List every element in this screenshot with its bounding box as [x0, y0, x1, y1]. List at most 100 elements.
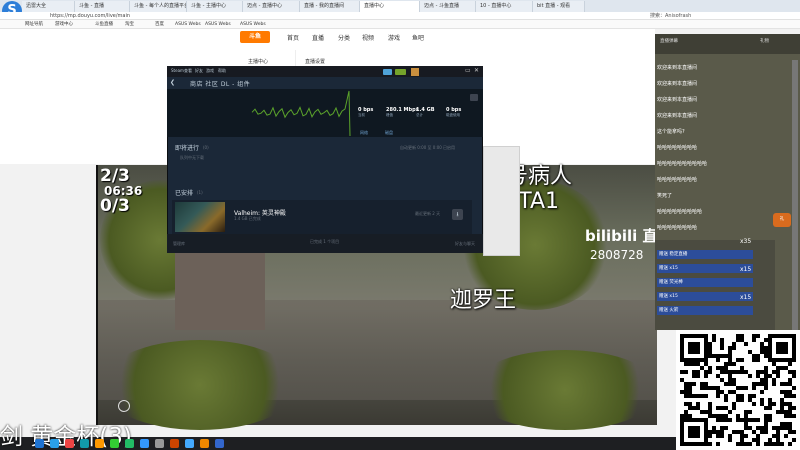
manage-library-button[interactable]: 管理库 [173, 241, 185, 247]
steam-menu-item[interactable]: 帮助 [218, 68, 226, 74]
taskbar-app-icon[interactable] [215, 439, 224, 448]
chat-message: 欢迎来到本直播间 [657, 112, 775, 119]
download-stat-label: 当前 [358, 113, 365, 117]
taskbar-app-icon[interactable] [140, 439, 149, 448]
gift-count: x15 [740, 294, 752, 301]
site-nav-item[interactable]: 首页 [287, 33, 299, 42]
gift-notice: 赠送 荧光棒 [657, 278, 753, 287]
taskbar-app-icon[interactable] [200, 439, 209, 448]
browser-tab[interactable]: 直播中心 [360, 1, 420, 12]
friends-chat-button[interactable]: 好友与聊天 [455, 241, 475, 247]
browser-tab[interactable]: 迈点 - 直播中心 [243, 1, 300, 12]
site-nav-item[interactable]: 鱼吧 [412, 33, 424, 42]
taskbar-app-icon[interactable] [155, 439, 164, 448]
taskbar-app-icon[interactable] [125, 439, 134, 448]
done-count: (1) [197, 190, 203, 195]
browser-tab[interactable]: 10 - 直播中心 [476, 1, 533, 12]
site-nav-item[interactable]: 视频 [362, 33, 374, 42]
taskbar-app-icon[interactable] [110, 439, 119, 448]
browser-tab[interactable]: 直播 - 我的直播间 [300, 1, 360, 12]
steam-menu-item[interactable]: 游戏 [206, 68, 214, 74]
browser-tab[interactable]: bit 直播 - 观看 [533, 1, 585, 12]
chat-message: 哈哈哈哈哈哈哈哈 [657, 176, 775, 183]
steam-menu-item[interactable]: 查看 [184, 68, 192, 74]
bookmark-item[interactable]: ASUS Webs [205, 20, 231, 29]
bookmark-item[interactable]: 网址导航 [25, 20, 43, 29]
download-stat-label: 磁盘使用 [446, 113, 460, 117]
download-icon[interactable]: ⭳ [452, 209, 463, 220]
video-play-icon[interactable] [118, 400, 130, 412]
chat-message-text: 这个能拿吗? [657, 129, 685, 135]
taskbar-app-icon[interactable] [80, 439, 89, 448]
chat-message-text: 欢迎来到本直播间 [657, 97, 698, 103]
gift-notice: 赠送 x15 [657, 264, 753, 273]
graph-legend-disk: 磁盘 [385, 130, 393, 135]
chat-message-text: 哈哈哈哈哈哈哈哈 [657, 225, 698, 231]
taskbar-app-icon[interactable] [95, 439, 104, 448]
site-logo[interactable]: 斗鱼 [240, 31, 270, 43]
steam-nav-links[interactable]: 商店 社区 DL - 组件 [190, 79, 250, 88]
download-graph-line [251, 90, 351, 137]
bilibili-room-id: 2808728 [590, 248, 644, 262]
download-stat-label: 峰值 [386, 113, 393, 117]
chat-message: 欢迎来到本直播间 [657, 80, 775, 87]
steam-settings-icon[interactable] [470, 94, 478, 101]
browser-tab[interactable]: 斗鱼 - 主播中心 [187, 1, 243, 12]
bookmark-item[interactable]: ASUS Webs [240, 20, 266, 29]
steam-back-icon[interactable]: ❮ [170, 79, 176, 86]
bookmark-item[interactable]: 游戏中心 [55, 20, 73, 29]
score-bottom: 0/3 [100, 196, 130, 216]
underlying-panel [483, 146, 520, 256]
chat-scrollbar[interactable] [792, 60, 798, 330]
side-menu-title[interactable]: 主播中心 [248, 58, 268, 65]
steam-titlebar [167, 66, 483, 77]
chat-message-text: 哈哈哈哈哈哈哈哈 [657, 145, 698, 151]
gift-button[interactable]: 礼 [773, 213, 791, 227]
chat-tab-gifts[interactable]: 礼物 [760, 38, 769, 44]
video-house [175, 250, 265, 330]
browser-tab[interactable]: 迈点 - 斗鱼直播 [420, 1, 476, 12]
browser-tab[interactable]: 迅雷大全 [22, 1, 75, 12]
browser-tab[interactable]: 斗鱼 - 直播 [75, 1, 130, 12]
taskbar-app-icon[interactable] [65, 439, 74, 448]
site-nav-item[interactable]: 分类 [338, 33, 350, 42]
game-size: 1.4 GB 已完成 [234, 216, 261, 221]
browser-tab[interactable]: 斗鱼 - 每个人的直播平台 [130, 1, 187, 12]
graph-legend-network: 网络 [360, 130, 368, 135]
bottom-status: 已完成 1 个项目 [310, 239, 340, 244]
bookmark-item[interactable]: 斗鱼直播 [95, 20, 113, 29]
steam-minimize-icon[interactable]: ▭ [465, 67, 471, 74]
steam-close-icon[interactable]: ✕ [474, 67, 479, 74]
steam-download-graph [167, 89, 483, 137]
queue-schedule: 自动更新 0:00 至 0:00 已启用 [400, 145, 456, 150]
gift-notice: 赠送 火箭 [657, 306, 753, 315]
steam-avatar[interactable] [411, 68, 419, 76]
taskbar-app-icon[interactable] [35, 439, 44, 448]
site-nav-item[interactable]: 游戏 [388, 33, 400, 42]
steam-menu-item[interactable]: 好友 [195, 68, 203, 74]
qr-code-image [680, 334, 796, 446]
game-thumbnail [175, 202, 225, 232]
chat-message: 哈哈哈哈哈哈哈哈 [657, 144, 775, 151]
video-tree [470, 350, 660, 430]
bookmark-item[interactable]: 百度 [155, 20, 164, 29]
search-hint[interactable]: 搜索：Anisofrash [650, 12, 691, 20]
taskbar-app-icon[interactable] [185, 439, 194, 448]
chat-message: 欢迎来到本直播间 [657, 64, 775, 71]
taskbar-app-icon[interactable] [50, 439, 59, 448]
gift-count: x15 [740, 266, 752, 273]
queue-title: 即将进行 [175, 145, 200, 152]
chat-header [655, 34, 800, 54]
chat-message: 哈哈哈哈哈哈哈哈哈哈 [657, 160, 775, 167]
chat-tab-danmu[interactable]: 直播弹幕 [660, 38, 678, 44]
site-nav-item[interactable]: 直播 [312, 33, 324, 42]
steam-badge-icon[interactable] [395, 69, 406, 75]
chat-message: 哈哈哈哈哈哈哈哈哈 [657, 208, 775, 215]
address-url[interactable]: https://mp.douyu.com/live/main [50, 12, 530, 20]
steam-menu-item[interactable]: Steam [171, 68, 184, 73]
gift-notice: 赠送 x15 [657, 292, 753, 301]
bookmark-item[interactable]: 淘宝 [125, 20, 134, 29]
taskbar-app-icon[interactable] [170, 439, 179, 448]
bookmark-item[interactable]: ASUS Webs [175, 20, 201, 29]
steam-notification-icon[interactable] [383, 69, 392, 75]
